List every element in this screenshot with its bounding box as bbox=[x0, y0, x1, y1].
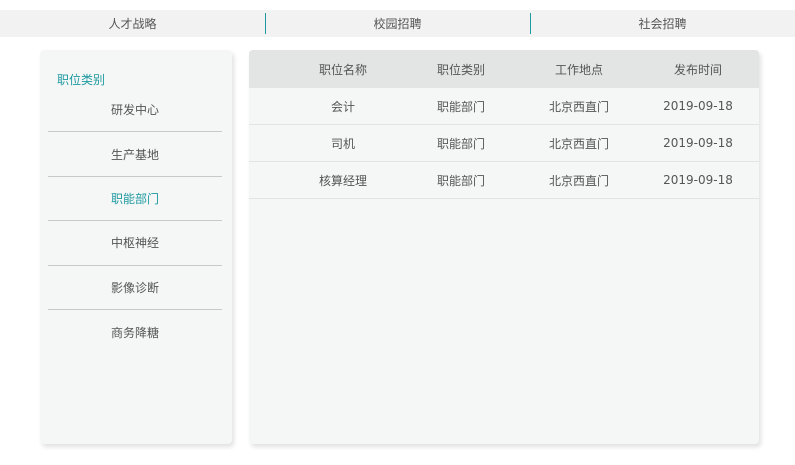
cell-publish-date: 2019-09-18 bbox=[663, 136, 733, 150]
sidebar-item-rd-center[interactable]: 研发中心 bbox=[48, 88, 222, 133]
cell-work-location: 北京西直门 bbox=[548, 99, 609, 114]
sidebar-item-imaging-diagnosis[interactable]: 影像诊断 bbox=[48, 266, 222, 310]
top-tab-bar: 人才战略 校园招聘 社会招聘 bbox=[0, 10, 795, 37]
tab-campus-recruitment[interactable]: 校园招聘 bbox=[265, 10, 530, 37]
sidebar-item-neuroscience[interactable]: 中枢神经 bbox=[48, 221, 222, 266]
sidebar-item-functional-dept[interactable]: 职能部门 bbox=[48, 177, 222, 222]
table-row[interactable]: 核算经理 职能部门 北京西直门 2019-09-18 bbox=[249, 162, 759, 199]
sidebar-item-production-base[interactable]: 生产基地 bbox=[48, 132, 222, 177]
cell-work-location: 北京西直门 bbox=[548, 136, 609, 151]
header-job-title: 职位名称 bbox=[318, 62, 367, 77]
sidebar-title: 职位类别 bbox=[57, 73, 106, 87]
sidebar-item-business-glucose[interactable]: 商务降糖 bbox=[48, 310, 222, 354]
cell-job-category: 职能部门 bbox=[436, 173, 485, 188]
cell-job-title[interactable]: 司机 bbox=[288, 125, 398, 161]
job-category-sidebar: 职位类别 研发中心 生产基地 职能部门 中枢神经 影像诊断 商务降糖 bbox=[40, 50, 232, 444]
cell-publish-date: 2019-09-18 bbox=[663, 173, 733, 187]
cell-job-title[interactable]: 会计 bbox=[288, 88, 398, 124]
category-list: 研发中心 生产基地 职能部门 中枢神经 影像诊断 商务降糖 bbox=[48, 88, 222, 354]
cell-publish-date: 2019-09-18 bbox=[663, 99, 733, 113]
table-row[interactable]: 司机 职能部门 北京西直门 2019-09-18 bbox=[249, 125, 759, 162]
header-job-category: 职位类别 bbox=[436, 62, 485, 77]
header-publish-date: 发布时间 bbox=[673, 62, 722, 77]
tab-social-recruitment[interactable]: 社会招聘 bbox=[530, 10, 795, 37]
cell-job-title[interactable]: 核算经理 bbox=[288, 162, 398, 198]
cell-work-location: 北京西直门 bbox=[548, 173, 609, 188]
tab-talent-strategy[interactable]: 人才战略 bbox=[0, 10, 265, 37]
header-work-location: 工作地点 bbox=[554, 62, 603, 77]
table-row[interactable]: 会计 职能部门 北京西直门 2019-09-18 bbox=[249, 88, 759, 125]
cell-job-category: 职能部门 bbox=[436, 136, 485, 151]
table-header-row: 职位名称 职位类别 工作地点 发布时间 bbox=[249, 50, 759, 88]
cell-job-category: 职能部门 bbox=[436, 99, 485, 114]
job-listing-table: 职位名称 职位类别 工作地点 发布时间 会计 职能部门 北京西直门 2019-0… bbox=[249, 50, 759, 444]
